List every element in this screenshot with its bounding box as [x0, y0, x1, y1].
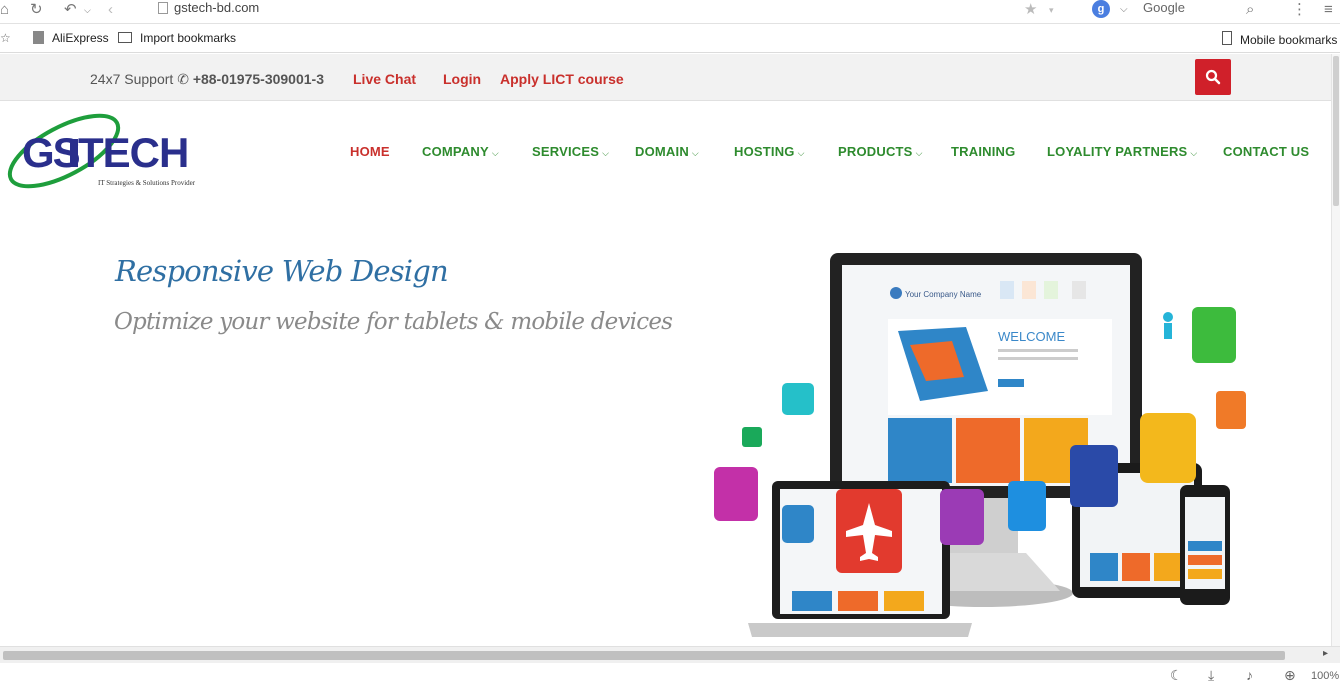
- search-icon[interactable]: ⌕: [1246, 1, 1254, 19]
- nav-contact-us[interactable]: CONTACT US: [1223, 144, 1309, 159]
- volume-icon[interactable]: ♪: [1246, 667, 1253, 683]
- rss-app-icon: [1216, 391, 1246, 429]
- import-icon: [118, 32, 132, 43]
- scroll-thumb[interactable]: [1333, 56, 1339, 206]
- address-bar[interactable]: gstech-bd.com: [158, 0, 259, 16]
- support-phone[interactable]: +88-01975-309001-3: [193, 71, 324, 87]
- nav-label: DOMAIN: [635, 144, 689, 159]
- nav-services[interactable]: SERVICES ⌵: [532, 144, 609, 159]
- chevron-down-icon: ⌵: [1190, 148, 1198, 158]
- screen-welcome: WELCOME: [998, 329, 1066, 344]
- nav-label: PRODUCTS: [838, 144, 913, 159]
- cart-app-icon: [1070, 445, 1118, 507]
- laptop-device: [748, 481, 972, 637]
- person-icon: [1163, 312, 1173, 322]
- nav-home[interactable]: HOME: [350, 144, 390, 159]
- horizontal-scrollbar[interactable]: ▸: [0, 646, 1340, 663]
- support-label: 24x7 Support: [90, 71, 174, 87]
- search-engine-field[interactable]: Google: [1143, 0, 1185, 15]
- search-engine-icon[interactable]: g: [1092, 0, 1110, 18]
- mail-app-icon: [782, 505, 814, 543]
- phone-device: [1180, 485, 1230, 605]
- bookmark-label: AliExpress: [52, 31, 109, 45]
- chevron-down-icon: ⌵: [797, 148, 805, 158]
- hero-subtitle: Optimize your website for tablets & mobi…: [114, 309, 673, 335]
- nav-label: HOME: [350, 144, 390, 159]
- browser-toolbar: ⌂ ↻ ↶ ⌵ ‹ gstech-bd.com ★ ▾ g ⌵ Google ⌕…: [0, 0, 1340, 24]
- video-app-icon: [1008, 481, 1046, 531]
- nav-domain[interactable]: DOMAIN ⌵: [635, 144, 699, 159]
- reload-icon[interactable]: ↻: [30, 1, 43, 19]
- site-topbar: 24x7 Support ✆ +88-01975-309001-3 Live C…: [0, 54, 1340, 101]
- chevron-down-icon: ⌵: [691, 148, 699, 158]
- zoom-level[interactable]: 100%: [1311, 668, 1339, 684]
- nav-label: TRAINING: [951, 144, 1016, 159]
- chevron-down-icon: ⌵: [915, 148, 923, 158]
- chevron-down-icon[interactable]: ⌵: [84, 1, 91, 19]
- bookmark-label: Import bookmarks: [140, 31, 237, 45]
- nav-label: COMPANY: [422, 144, 489, 159]
- responsive-devices-illustration: Your Company Name WELCOME: [714, 253, 1246, 637]
- more-icon[interactable]: ⋮: [1292, 1, 1307, 19]
- night-mode-icon[interactable]: ☾: [1170, 667, 1183, 683]
- site-header: GS TECH IT Strategies & Solutions Provid…: [0, 101, 1340, 211]
- gstech-logo[interactable]: GS TECH IT Strategies & Solutions Provid…: [2, 105, 198, 197]
- phone-icon: ✆: [177, 71, 189, 87]
- page-icon: [158, 2, 168, 14]
- support-info: 24x7 Support ✆ +88-01975-309001-3: [90, 71, 324, 88]
- vertical-scrollbar[interactable]: [1331, 54, 1340, 646]
- scroll-right-icon[interactable]: ▸: [1323, 648, 1328, 659]
- nav-hosting[interactable]: HOSTING ⌵: [734, 144, 805, 159]
- search-icon: [1205, 69, 1221, 85]
- nav-products[interactable]: PRODUCTS ⌵: [838, 144, 923, 159]
- menu-icon[interactable]: ≡: [1324, 1, 1333, 19]
- person-body: [1164, 323, 1172, 339]
- search-app-icon: [1192, 307, 1236, 363]
- nav-label: HOSTING: [734, 144, 795, 159]
- game-app-icon: [1140, 413, 1196, 483]
- url-text: gstech-bd.com: [174, 0, 260, 15]
- bookmark-import[interactable]: Import bookmarks: [118, 31, 236, 45]
- nav-company[interactable]: COMPANY ⌵: [422, 144, 499, 159]
- chevron-down-icon[interactable]: ⌵: [1120, 1, 1128, 19]
- login-link[interactable]: Login: [443, 71, 481, 87]
- apply-lict-link[interactable]: Apply LICT course: [500, 71, 624, 87]
- bookmark-mobile[interactable]: Mobile bookmarks: [1222, 31, 1337, 47]
- nav-label: LOYALITY PARTNERS: [1047, 144, 1188, 159]
- nav-training[interactable]: TRAINING: [951, 144, 1015, 159]
- bookmark-label: Mobile bookmarks: [1240, 33, 1338, 47]
- chevron-down-icon: ⌵: [491, 148, 499, 158]
- zoom-icon[interactable]: ⊕: [1284, 667, 1296, 683]
- nav-label: CONTACT US: [1223, 144, 1310, 159]
- mobile-icon: [1222, 31, 1232, 45]
- check-app-icon: [742, 427, 762, 447]
- live-chat-link[interactable]: Live Chat: [353, 71, 416, 87]
- svg-text:TECH: TECH: [78, 129, 188, 176]
- nav-loyality-partners[interactable]: LOYALITY PARTNERS ⌵: [1047, 144, 1197, 159]
- bookmarks-bar: ☆ AliExpress Import bookmarks Mobile boo…: [0, 25, 1340, 53]
- chevron-down-icon[interactable]: ▾: [1049, 1, 1054, 19]
- person-app-icon: [940, 489, 984, 545]
- scroll-thumb[interactable]: [3, 651, 1285, 660]
- star-icon[interactable]: ☆: [0, 31, 11, 45]
- browser-statusbar: ☾ ⤓ ♪ ⊕ 100%: [0, 663, 1340, 686]
- nav-label: SERVICES: [532, 144, 600, 159]
- folder-icon: [33, 31, 44, 44]
- chat-app-icon: [714, 467, 758, 521]
- svg-text:IT Strategies & Solutions Prov: IT Strategies & Solutions Provider: [98, 179, 196, 187]
- hero-slider: Responsive Web Design Optimize your webs…: [0, 211, 1340, 646]
- hero-title: Responsive Web Design: [115, 254, 449, 288]
- bookmark-aliexpress[interactable]: AliExpress: [33, 31, 109, 45]
- star-icon[interactable]: ★: [1024, 1, 1037, 19]
- home-icon[interactable]: ⌂: [0, 1, 9, 19]
- screen-brand: Your Company Name: [905, 290, 982, 299]
- download-icon[interactable]: ⤓: [1208, 667, 1214, 683]
- back-icon[interactable]: ‹: [108, 1, 113, 19]
- chevron-down-icon: ⌵: [602, 148, 610, 158]
- undo-icon[interactable]: ↶: [64, 1, 77, 19]
- user-app-icon: [782, 383, 814, 415]
- site-search-button[interactable]: [1195, 59, 1231, 95]
